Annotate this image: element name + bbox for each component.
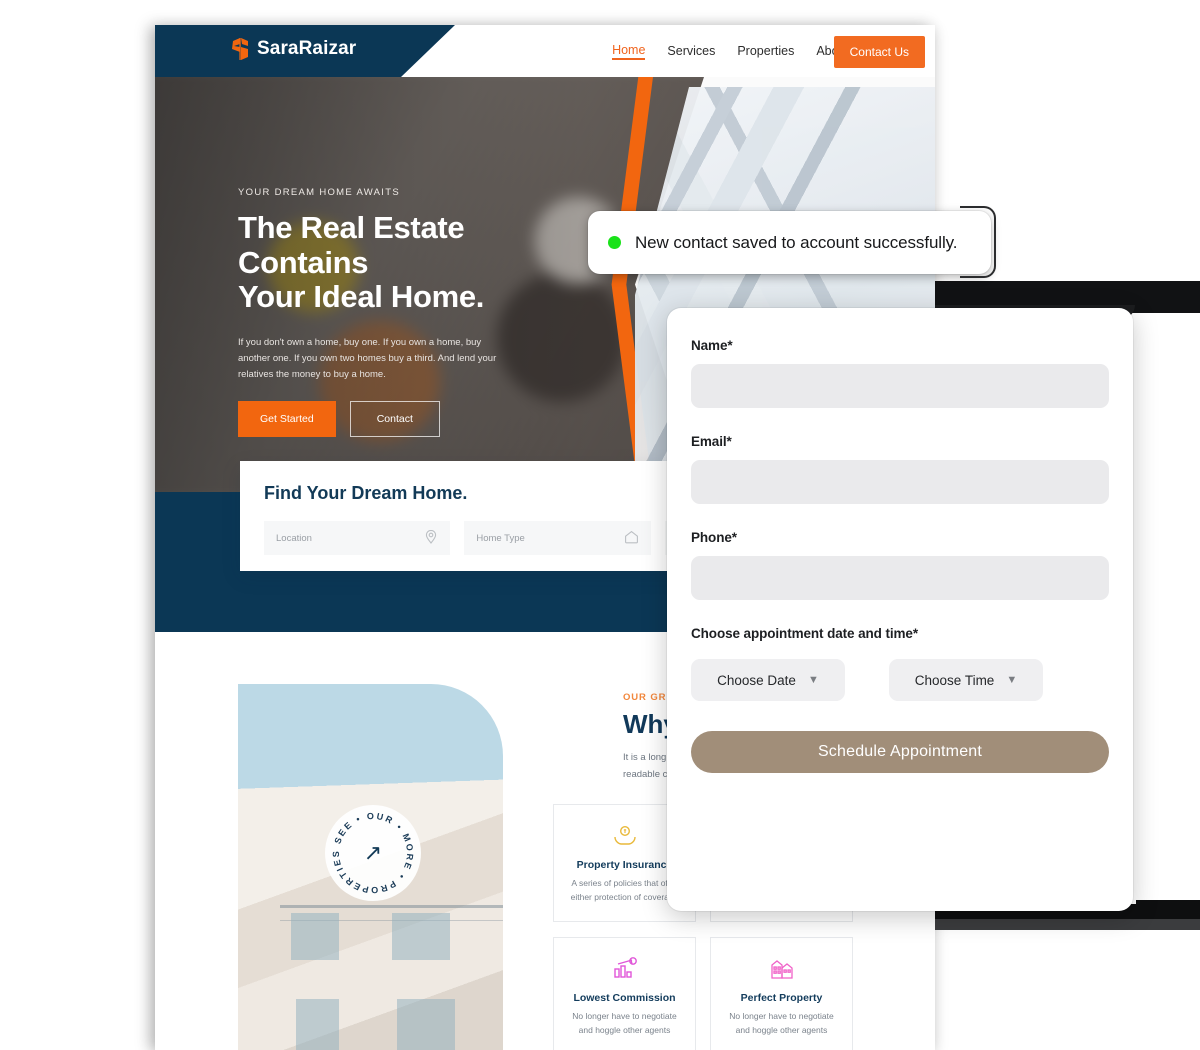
hero-description: If you don't own a home, buy one. If you… [238, 337, 497, 380]
hero-title-line-1: The Real Estate [238, 210, 465, 245]
hero-eyebrow: YOUR DREAM HOME AWAITS [238, 187, 400, 198]
email-label: Email* [691, 434, 732, 449]
brand-logo[interactable]: SaraRaizar [231, 38, 356, 60]
badge-ring-text: SEE • OUR • MORE • PROPERTIES • [325, 805, 415, 895]
window-pane [391, 912, 450, 960]
get-started-button[interactable]: Get Started [238, 401, 336, 438]
nav-link-properties[interactable]: Properties [737, 44, 794, 58]
phone-label: Phone* [691, 530, 737, 545]
hero-title: The Real Estate Contains Your Ideal Home… [238, 210, 538, 315]
toast-right-notch [960, 206, 996, 278]
window-pane [397, 999, 456, 1050]
name-field-group: Name* [691, 338, 1109, 408]
service-text: A series of policies that offer either p… [570, 878, 679, 902]
balcony-rail [280, 904, 503, 908]
chevron-down-icon: ▼ [1006, 674, 1018, 686]
home-type-placeholder: Home Type [476, 532, 525, 544]
appointment-group: Choose appointment date and time* Choose… [691, 626, 1109, 773]
email-input[interactable] [691, 460, 1109, 504]
service-name: Lowest Commission [573, 992, 676, 1004]
phone-input[interactable] [691, 556, 1109, 600]
location-input[interactable]: Location [264, 521, 451, 555]
hero-contact-button[interactable]: Contact [349, 401, 440, 438]
appointment-pickers: Choose Date ▼ Choose Time ▼ [691, 659, 1109, 701]
lowest-commission-icon [566, 954, 683, 984]
service-text: No longer have to negotiate and hoggle o… [729, 1011, 834, 1035]
name-label: Name* [691, 338, 733, 353]
window-pane [291, 912, 339, 960]
choose-time-label: Choose Time [914, 672, 995, 688]
nav-link-services[interactable]: Services [667, 44, 715, 58]
site-navbar: SaraRaizar Home Services Properties Abou… [155, 25, 935, 77]
service-name: Property Insurance [576, 859, 673, 871]
name-input[interactable] [691, 364, 1109, 408]
hero-buttons: Get Started Contact [238, 401, 538, 438]
email-field-group: Email* [691, 434, 1109, 504]
toast-message: New contact saved to account successfull… [635, 232, 958, 252]
service-card-perfect-property[interactable]: Perfect Property No longer have to negot… [710, 937, 853, 1050]
hero-copy: YOUR DREAM HOME AWAITS The Real Estate C… [238, 187, 538, 438]
hero-title-line-2: Contains [238, 244, 369, 280]
status-dot-icon [608, 236, 621, 249]
hero-title-line-3: Your Ideal Home. [238, 279, 485, 315]
dark-band-bottom-secondary [935, 919, 1200, 930]
map-pin-icon [424, 529, 438, 547]
success-toast: New contact saved to account successfull… [588, 211, 991, 274]
service-card-lowest-commission[interactable]: Lowest Commission No longer have to nego… [553, 937, 696, 1050]
perfect-property-icon [723, 954, 840, 984]
choose-date-dropdown[interactable]: Choose Date ▼ [691, 659, 845, 701]
navbar-links: Home Services Properties About [612, 25, 849, 77]
schedule-appointment-button[interactable]: Schedule Appointment [691, 731, 1109, 773]
house-icon [624, 530, 639, 547]
contact-us-button[interactable]: Contact Us [833, 36, 925, 68]
screenshot-stage: SaraRaizar Home Services Properties Abou… [0, 0, 1200, 1050]
phone-field-group: Phone* [691, 530, 1109, 600]
choose-date-label: Choose Date [717, 672, 796, 688]
location-placeholder: Location [276, 532, 312, 544]
svg-text:SEE • OUR • MORE • PROPERTIES: SEE • OUR • MORE • PROPERTIES • [325, 805, 415, 895]
sr-monogram-icon [231, 38, 250, 60]
home-type-input[interactable]: Home Type [464, 521, 651, 555]
appointment-form-panel: Name* Email* Phone* Choose appointment d… [667, 308, 1133, 911]
appointment-label: Choose appointment date and time* [691, 626, 918, 641]
see-more-properties-badge[interactable]: SEE • OUR • MORE • PROPERTIES • ↗ [325, 805, 421, 901]
nav-link-home[interactable]: Home [612, 43, 646, 60]
service-text: No longer have to negotiate and hoggle o… [572, 1011, 677, 1035]
choose-time-dropdown[interactable]: Choose Time ▼ [889, 659, 1043, 701]
window-pane [296, 999, 339, 1050]
service-name: Perfect Property [740, 992, 823, 1004]
brand-name: SaraRaizar [257, 38, 357, 59]
hands-holding-coin-icon [566, 821, 683, 851]
chevron-down-icon: ▼ [807, 674, 819, 686]
